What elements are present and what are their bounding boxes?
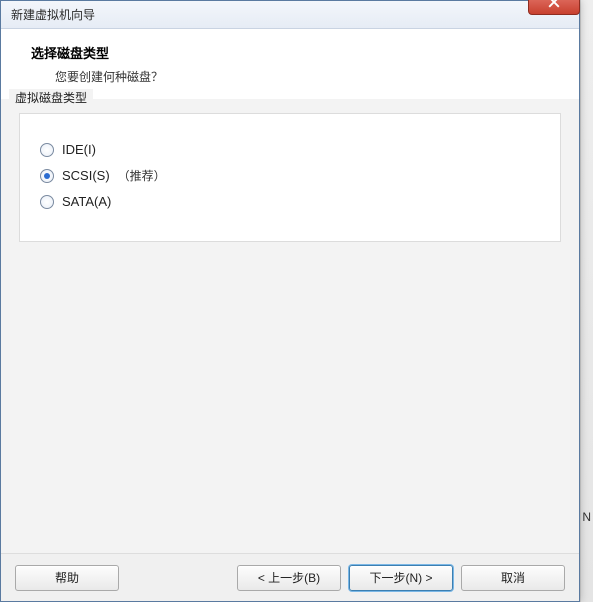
button-label: 下一步(N) > (369, 569, 432, 586)
button-label: 取消 (501, 569, 525, 586)
button-label: < 上一步(B) (258, 569, 320, 586)
radio-option-ide[interactable]: IDE(I) (40, 142, 540, 157)
page-subtitle: 您要创建何种磁盘？ (55, 68, 563, 85)
radio-icon (40, 169, 54, 183)
radio-option-scsi[interactable]: SCSI(S) （推荐） (40, 167, 540, 184)
radio-label: SCSI(S) (62, 168, 110, 183)
button-label: 帮助 (55, 569, 79, 586)
radio-hint: （推荐） (118, 167, 166, 184)
cancel-button[interactable]: 取消 (461, 565, 565, 591)
radio-icon (40, 195, 54, 209)
back-button[interactable]: < 上一步(B) (237, 565, 341, 591)
wizard-footer: 帮助 < 上一步(B) 下一步(N) > 取消 (1, 553, 579, 601)
window-title: 新建虚拟机向导 (11, 6, 95, 23)
disk-type-group: IDE(I) SCSI(S) （推荐） SATA(A) (19, 113, 561, 242)
radio-icon (40, 143, 54, 157)
group-label: 虚拟磁盘类型 (9, 89, 93, 106)
titlebar: 新建虚拟机向导 (1, 1, 579, 29)
wizard-window: 新建虚拟机向导 选择磁盘类型 您要创建何种磁盘？ 虚拟磁盘类型 IDE(I) S… (0, 0, 580, 602)
page-title: 选择磁盘类型 (31, 43, 563, 62)
radio-label: IDE(I) (62, 142, 96, 157)
help-button[interactable]: 帮助 (15, 565, 119, 591)
radio-label: SATA(A) (62, 194, 111, 209)
radio-option-sata[interactable]: SATA(A) (40, 194, 540, 209)
next-button[interactable]: 下一步(N) > (349, 565, 453, 591)
close-button[interactable] (528, 0, 580, 15)
bg-artifact: N (582, 510, 591, 524)
content-area: 虚拟磁盘类型 IDE(I) SCSI(S) （推荐） SATA(A) (1, 99, 579, 553)
close-icon (548, 0, 560, 11)
